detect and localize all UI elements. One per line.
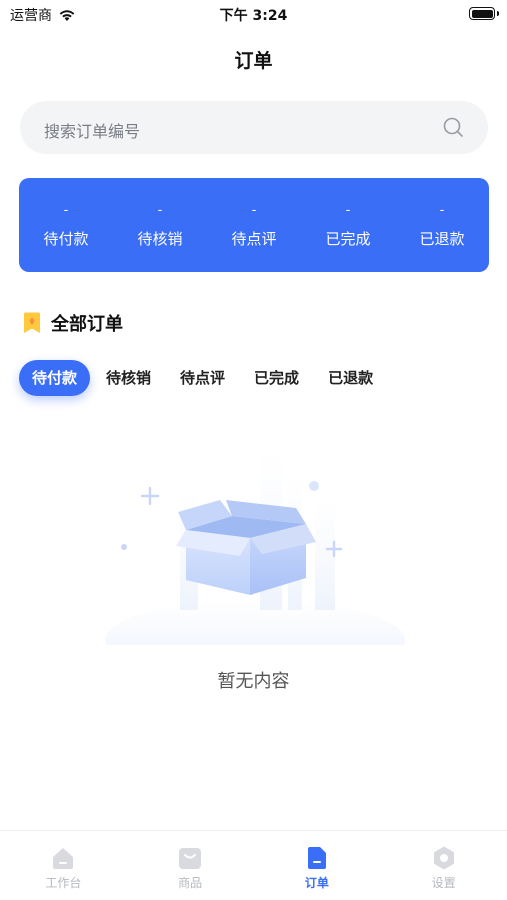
stat-label: 待付款 [43,230,89,248]
stat-value: - [157,203,163,218]
filter-tab-pending-payment[interactable]: 待付款 [19,360,91,396]
stat-value: - [63,203,69,218]
empty-state-message: 暂无内容 [217,671,290,692]
battery-icon [469,7,499,20]
tab-settings[interactable]: 设置 [380,831,507,900]
stat-label: 已退款 [419,230,465,248]
section-title: 全部订单 [51,314,123,335]
stat-pending-review[interactable]: - 待点评 [207,178,301,272]
page-title: 订单 [234,50,273,72]
tab-label: 订单 [304,876,329,890]
search-input[interactable]: 搜索订单编号 [20,101,488,154]
order-stats-card: - 待付款 - 待核销 - 待点评 - 已完成 - 已退款 [19,178,489,272]
section-header: 全部订单 [22,310,123,336]
stat-pending-verification[interactable]: - 待核销 [113,178,207,272]
stat-label: 已完成 [325,230,371,248]
stat-pending-payment[interactable]: - 待付款 [19,178,113,272]
tab-label: 工作台 [45,876,82,890]
filter-tab-pending-verification[interactable]: 待核销 [93,360,164,396]
settings-icon [433,846,454,870]
filter-tab-refunded[interactable]: 已退款 [315,360,386,396]
search-placeholder: 搜索订单编号 [44,122,141,141]
home-icon [53,848,74,869]
stat-label: 待核销 [137,230,183,248]
tab-workbench[interactable]: 工作台 [0,831,127,900]
tab-orders[interactable]: 订单 [254,831,381,900]
status-bar: 运营商 下午 3:24 [0,0,507,28]
status-time: 下午 3:24 [219,8,288,24]
bag-icon [179,848,202,869]
tab-label: 设置 [431,876,456,890]
stat-value: - [439,203,445,218]
tab-products[interactable]: 商品 [127,831,254,900]
search-icon[interactable] [442,116,464,138]
filter-tab-pending-review[interactable]: 待点评 [167,360,238,396]
stat-completed[interactable]: - 已完成 [301,178,395,272]
bookmark-icon [24,312,40,333]
empty-box-illustration [105,450,405,645]
bottom-tab-bar: 工作台 商品 订单 设置 [0,830,507,900]
tab-label: 商品 [178,876,203,890]
order-filter-tabs: 待付款 待核销 待点评 已完成 已退款 [19,360,389,396]
stat-value: - [345,203,351,218]
filter-tab-completed[interactable]: 已完成 [241,360,312,396]
stat-refunded[interactable]: - 已退款 [395,178,489,272]
stat-label: 待点评 [231,230,277,248]
stat-value: - [251,203,257,218]
order-icon [307,847,326,869]
